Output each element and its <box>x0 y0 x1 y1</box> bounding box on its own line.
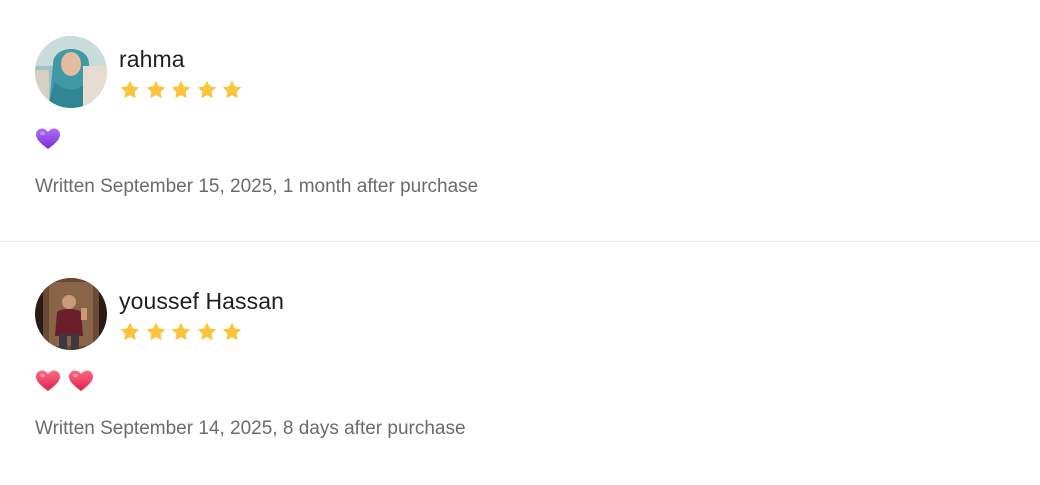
written-date: Written September 15, 2025, 1 month afte… <box>35 176 479 197</box>
red-heart-icon <box>35 369 61 393</box>
review-body <box>35 368 1005 394</box>
star-icon <box>196 79 218 101</box>
star-icon <box>221 321 243 343</box>
reviews-list: rahma Written September 15, 2025, 1 mont… <box>0 0 1040 485</box>
star-icon <box>221 79 243 101</box>
star-rating <box>119 321 284 343</box>
review-item: youssef Hassan Written September 14, 202… <box>0 241 1040 485</box>
star-icon <box>145 79 167 101</box>
review-body <box>35 126 1005 152</box>
reviewer-name: youssef Hassan <box>119 288 285 314</box>
purple-heart-icon <box>35 127 61 151</box>
review-header: youssef Hassan <box>35 278 1005 350</box>
review-item: rahma Written September 15, 2025, 1 mont… <box>0 0 1040 241</box>
star-icon <box>170 321 192 343</box>
red-heart-icon <box>68 369 94 393</box>
star-rating <box>119 79 247 101</box>
review-header: rahma <box>35 36 1005 108</box>
star-icon <box>119 79 141 101</box>
star-icon <box>119 321 141 343</box>
star-icon <box>170 79 192 101</box>
star-icon <box>196 321 218 343</box>
avatar[interactable] <box>35 278 107 350</box>
reviewer-name: rahma <box>119 46 185 72</box>
written-date: Written September 14, 2025, 8 days after… <box>35 418 466 439</box>
star-icon <box>145 321 167 343</box>
avatar[interactable] <box>35 36 107 108</box>
